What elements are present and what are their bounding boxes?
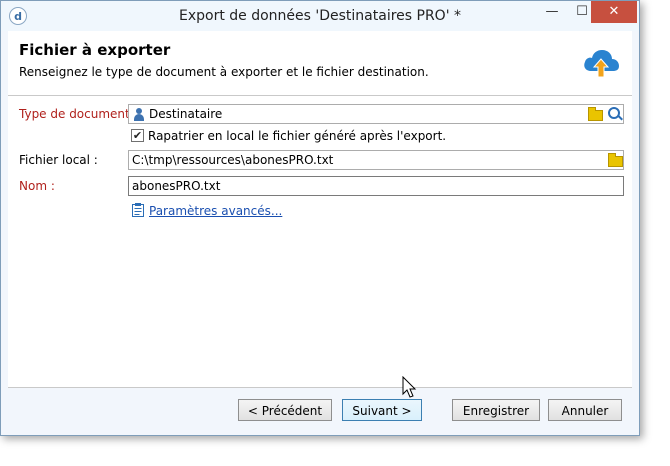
retrieve-local-label[interactable]: Rapatrier en local le fichier généré apr… — [148, 129, 446, 143]
mouse-cursor-icon — [402, 376, 417, 398]
save-button[interactable]: Enregistrer — [452, 399, 540, 421]
close-button[interactable]: ✕ — [591, 1, 637, 23]
name-input[interactable]: abonesPRO.txt — [128, 176, 624, 196]
previous-button[interactable]: < Précédent — [238, 399, 332, 421]
name-label: Nom : — [19, 179, 55, 193]
dialog-footer: < Précédent Suivant > Enregistrer Annule… — [8, 387, 632, 430]
dialog-header: Fichier à exporter Renseignez le type de… — [8, 31, 632, 96]
doc-type-field[interactable]: Destinataire — [128, 104, 624, 124]
dialog-content: Fichier à exporter Renseignez le type de… — [8, 31, 632, 430]
next-button[interactable]: Suivant > — [342, 399, 422, 421]
folder-icon[interactable] — [585, 105, 603, 123]
cancel-button[interactable]: Annuler — [548, 399, 622, 421]
recipient-icon — [133, 108, 145, 121]
clipboard-icon — [132, 203, 144, 217]
folder-browse-icon[interactable] — [605, 151, 623, 169]
doc-type-label: Type de document : — [19, 107, 138, 121]
local-file-value: C:\tmp\ressources\abonesPRO.txt — [132, 153, 334, 167]
cloud-upload-icon — [584, 50, 619, 78]
page-title: Fichier à exporter — [19, 41, 171, 59]
local-file-label: Fichier local : — [19, 153, 98, 167]
export-dialog-window: d Export de données 'Destinataires PRO' … — [0, 0, 640, 436]
retrieve-local-checkbox[interactable]: ✔ — [131, 129, 144, 142]
minimize-button[interactable]: — — [537, 1, 567, 23]
doc-type-value: Destinataire — [149, 107, 223, 121]
page-subtitle: Renseignez le type de document à exporte… — [19, 65, 429, 79]
advanced-settings-link[interactable]: Paramètres avancés... — [149, 204, 282, 218]
local-file-field[interactable]: C:\tmp\ressources\abonesPRO.txt — [128, 150, 624, 170]
title-bar[interactable]: d Export de données 'Destinataires PRO' … — [1, 1, 639, 31]
search-icon[interactable] — [605, 105, 623, 123]
name-value: abonesPRO.txt — [132, 179, 221, 193]
